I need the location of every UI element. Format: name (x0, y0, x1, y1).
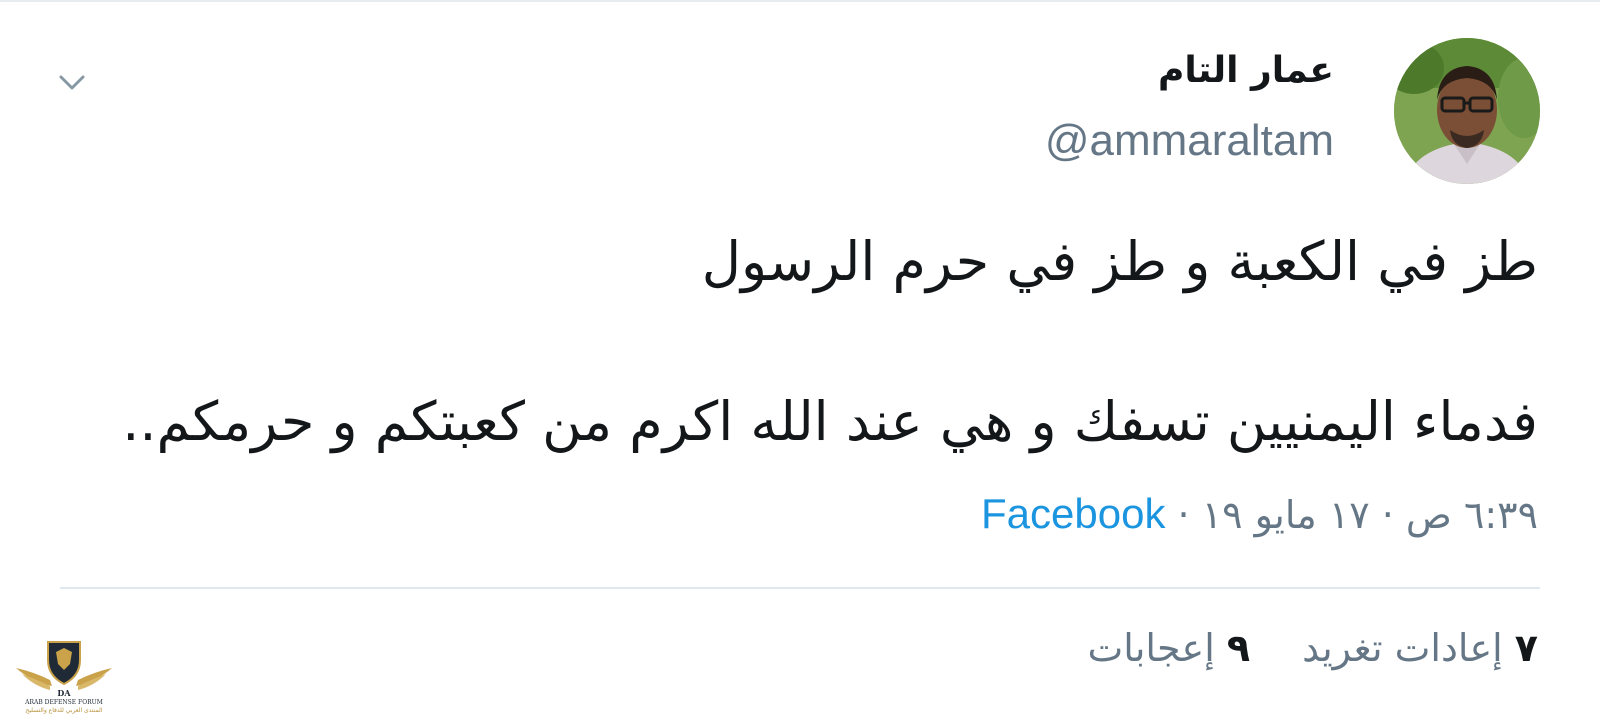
tweet-text-gap (88, 302, 1538, 382)
chevron-down-icon[interactable] (56, 66, 88, 98)
user-handle[interactable]: @ammaraltam (1045, 116, 1334, 166)
retweets-count: ٧ (1514, 626, 1538, 670)
likes-count: ٩ (1226, 626, 1251, 670)
forum-watermark-logo: DA ARAB DEFENSE FORUM المنتدى العربي للد… (16, 641, 112, 714)
tweet-text: طز في الكعبة و طز في حرم الرسول فدماء ال… (88, 222, 1538, 462)
display-name[interactable]: عمار التام (1158, 50, 1334, 91)
tweet-text-line: فدماء اليمنيين تسفك و هي عند الله اكرم م… (122, 390, 1538, 453)
meta-separator: · (1165, 493, 1202, 537)
likes-label: إعجابات (1087, 626, 1215, 670)
tweet-meta: ٦:٣٩ ص · ١٧ مايو ١٩ · Facebook (981, 490, 1538, 538)
likes-stat[interactable]: ٩ إعجابات (1087, 626, 1250, 670)
stats-divider (60, 587, 1540, 589)
tweet-source-link[interactable]: Facebook (981, 490, 1165, 537)
watermark-text-en: ARAB DEFENSE FORUM (24, 699, 103, 706)
watermark-text-ar: المنتدى العربي للدفاع والتسليح (26, 707, 103, 714)
tweet-card: عمار التام @ammaraltam طز في الكعبة و طز… (0, 0, 1600, 718)
avatar-photo (1394, 38, 1540, 184)
tweet-timestamp[interactable]: ٦:٣٩ ص · ١٧ مايو ١٩ (1202, 493, 1538, 537)
tweet-stats: ٧ إعادات تغريد ٩ إعجابات (1047, 626, 1538, 670)
avatar[interactable] (1394, 38, 1540, 184)
watermark-brand: DA (57, 688, 71, 698)
retweets-stat[interactable]: ٧ إعادات تغريد (1290, 626, 1538, 670)
retweets-label: إعادات تغريد (1302, 626, 1503, 670)
tweet-text-line: طز في الكعبة و طز في حرم الرسول (701, 230, 1538, 293)
